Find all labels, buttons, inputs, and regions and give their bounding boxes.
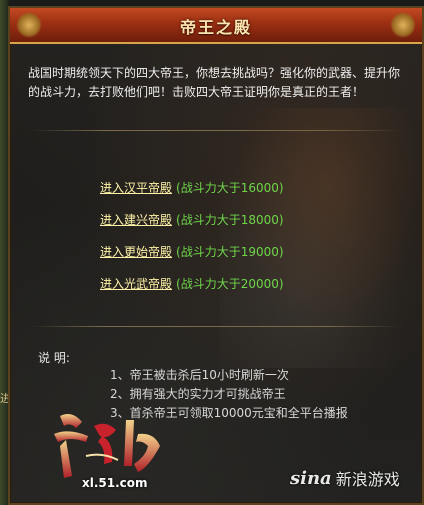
palace-list: 进入汉平帝殿 (战斗力大于16000) 进入建兴帝殿 (战斗力大于18000) … bbox=[100, 171, 400, 299]
power-requirement: (战斗力大于20000) bbox=[176, 276, 284, 291]
palace-row: 进入汉平帝殿 (战斗力大于16000) bbox=[100, 171, 400, 203]
power-requirement: (战斗力大于18000) bbox=[176, 212, 284, 227]
palace-row: 进入建兴帝殿 (战斗力大于18000) bbox=[100, 203, 400, 235]
sina-games-text: 新浪游戏 bbox=[335, 470, 400, 489]
panel-title: 帝王之殿 bbox=[179, 18, 252, 37]
palace-row: 进入更始帝殿 (战斗力大于19000) bbox=[100, 235, 400, 267]
note-item: 2、拥有强大的实力才可挑战帝王 bbox=[110, 387, 286, 401]
notes-label: 说 明: bbox=[38, 351, 70, 365]
game-window: 进 帝王之殿 战国时期统领天下的四大帝王，你想去挑战吗？强化你的武器、提升你的战… bbox=[0, 0, 424, 505]
sina-brand: sina bbox=[290, 467, 332, 489]
enter-gengshi-palace-link[interactable]: 进入更始帝殿 bbox=[100, 243, 172, 260]
enter-guangwu-palace-link[interactable]: 进入光武帝殿 bbox=[100, 275, 172, 292]
power-requirement: (战斗力大于19000) bbox=[176, 244, 284, 259]
emperor-palace-panel: 帝王之殿 战国时期统领天下的四大帝王，你想去挑战吗？强化你的武器、提升你的战斗力… bbox=[8, 6, 424, 505]
game-logo: xl.51.com bbox=[42, 406, 172, 498]
note-item: 1、帝王被击杀后10小时刷新一次 bbox=[110, 368, 289, 382]
title-bar: 帝王之殿 bbox=[10, 8, 422, 44]
sina-watermark: sina 新浪游戏 bbox=[290, 466, 400, 490]
enter-hanping-palace-link[interactable]: 进入汉平帝殿 bbox=[100, 179, 172, 196]
logo-url: xl.51.com bbox=[82, 476, 148, 490]
palace-row: 进入光武帝殿 (战斗力大于20000) bbox=[100, 267, 400, 299]
divider-bottom bbox=[30, 326, 400, 327]
power-requirement: (战斗力大于16000) bbox=[176, 180, 284, 195]
intro-text: 战国时期统领天下的四大帝王，你想去挑战吗？强化你的武器、提升你的战斗力，去打败他… bbox=[28, 66, 401, 99]
enter-jianxing-palace-link[interactable]: 进入建兴帝殿 bbox=[100, 211, 172, 228]
